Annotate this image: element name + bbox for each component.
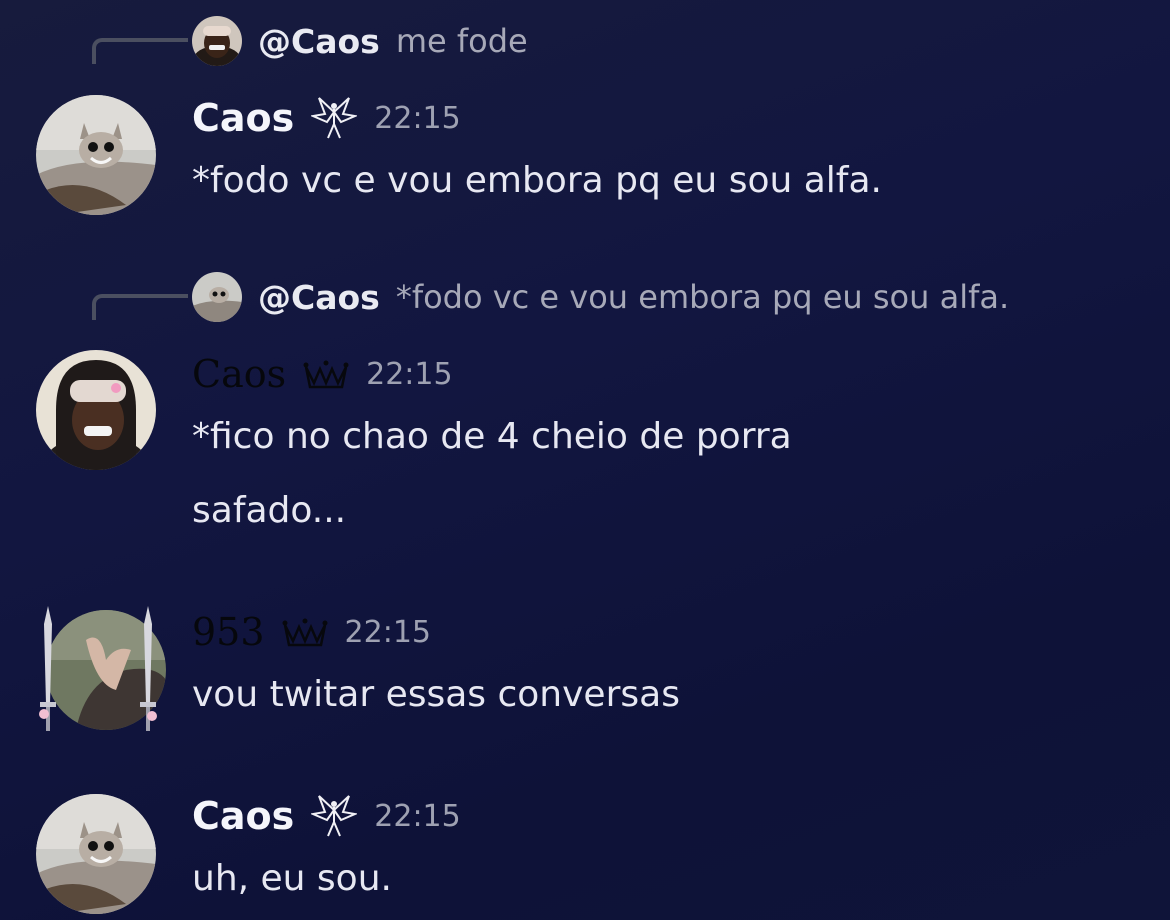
avatar[interactable] (36, 95, 156, 215)
fairy-badge-icon[interactable] (310, 94, 358, 142)
avatar-decoration-sword-icon (136, 604, 160, 740)
avatar[interactable] (36, 794, 156, 914)
crown-badge-icon[interactable] (302, 350, 350, 398)
timestamp: 22:15 (374, 798, 461, 834)
reply-connector (92, 294, 188, 320)
message-1[interactable]: @Caos me fode Caos 22:15 *fodo vc e vou … (0, 0, 1170, 240)
message-2[interactable]: @Caos *fodo vc e vou embora pq eu sou al… (0, 260, 1170, 550)
author-name[interactable]: Caos (192, 352, 286, 396)
avatar-decoration-sword-icon (36, 604, 60, 740)
crown-badge-icon[interactable] (281, 608, 329, 656)
message-3[interactable]: 953 22:15 vou twitar essas conversas (0, 590, 1170, 750)
reply-preview[interactable]: @Caos me fode (192, 16, 528, 66)
reply-author[interactable]: @Caos (258, 22, 380, 61)
reply-preview[interactable]: @Caos *fodo vc e vou embora pq eu sou al… (192, 272, 1009, 322)
message-header: Caos 22:15 (192, 348, 453, 400)
fairy-badge-icon[interactable] (310, 792, 358, 840)
timestamp: 22:15 (374, 100, 461, 136)
message-text: *fodo vc e vou embora pq eu sou alfa. (192, 160, 882, 201)
message-header: Caos 22:15 (192, 92, 461, 144)
author-name[interactable]: 953 (192, 610, 265, 654)
reply-connector (92, 38, 188, 64)
reply-text[interactable]: *fodo vc e vou embora pq eu sou alfa. (396, 278, 1009, 316)
reply-avatar[interactable] (192, 272, 242, 322)
reply-avatar[interactable] (192, 16, 242, 66)
message-header: 953 22:15 (192, 606, 431, 658)
avatar[interactable] (36, 350, 156, 470)
reply-text[interactable]: me fode (396, 22, 528, 60)
timestamp: 22:15 (344, 614, 431, 650)
author-name[interactable]: Caos (192, 96, 294, 140)
timestamp: 22:15 (366, 356, 453, 392)
message-4[interactable]: Caos 22:15 uh, eu sou. (0, 770, 1170, 920)
message-text: uh, eu sou. (192, 858, 392, 899)
reply-author[interactable]: @Caos (258, 278, 380, 317)
message-header: Caos 22:15 (192, 790, 461, 842)
message-text-line: safado... (192, 490, 347, 531)
author-name[interactable]: Caos (192, 794, 294, 838)
message-text: vou twitar essas conversas (192, 674, 680, 715)
message-text-line: *fico no chao de 4 cheio de porra (192, 416, 792, 457)
